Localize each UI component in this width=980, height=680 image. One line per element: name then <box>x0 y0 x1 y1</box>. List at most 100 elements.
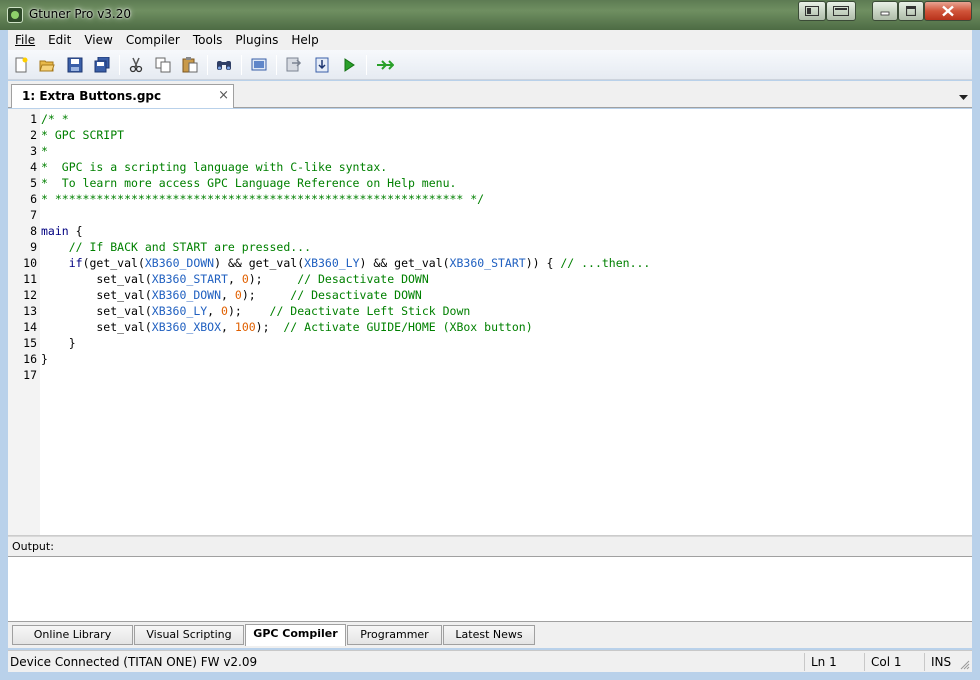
close-button[interactable] <box>924 1 972 21</box>
tab-online-library[interactable]: Online Library <box>12 625 133 645</box>
tab-label: Visual Scripting <box>146 628 232 641</box>
line-number: 9 <box>30 240 37 254</box>
find-button[interactable] <box>214 55 234 75</box>
code-constant: XB360_LY <box>304 256 360 270</box>
tile-windows-button[interactable] <box>826 1 856 21</box>
menu-edit-label: Edit <box>48 33 72 47</box>
line-number: 5 <box>30 176 37 190</box>
code-token: set_val( <box>41 272 152 286</box>
code-editor[interactable]: 1 2 3 4 5 6 7 8 9 10 11 12 13 14 15 16 1… <box>8 109 972 536</box>
code-line: * GPC is a scripting language with C-lik… <box>41 160 388 174</box>
line-number: 1 <box>30 112 37 126</box>
code-constant: XB360_LY <box>151 304 208 318</box>
code-token: set_val( <box>41 304 152 318</box>
line-number: 15 <box>23 336 37 350</box>
copy-button[interactable] <box>153 55 173 75</box>
scissors-icon <box>129 57 143 73</box>
code-number: 100 <box>234 320 256 334</box>
code-line: main { <box>41 223 650 239</box>
maximize-button[interactable] <box>898 1 924 21</box>
menu-view[interactable]: View <box>77 30 118 50</box>
menu-help[interactable]: Help <box>284 30 324 50</box>
code-line: * GPC SCRIPT <box>41 128 125 142</box>
line-number: 16 <box>23 352 37 366</box>
cut-button[interactable] <box>126 55 146 75</box>
menu-tools[interactable]: Tools <box>186 30 229 50</box>
line-number: 14 <box>23 320 37 334</box>
insert-mode: INS <box>924 653 964 671</box>
code-number: 0 <box>241 272 249 286</box>
toolbar <box>8 50 972 80</box>
menu-file[interactable]: File <box>8 30 41 50</box>
output-header: Output: <box>8 536 972 556</box>
tab-close-icon[interactable]: × <box>218 88 229 103</box>
menu-plugins-label: Plugins <box>235 33 279 47</box>
line-number: 4 <box>30 160 37 174</box>
tab-programmer[interactable]: Programmer <box>347 625 442 645</box>
code-comment: // Activate GUIDE/HOME (XBox button) <box>283 320 533 334</box>
menu-bar: File Edit View Compiler Tools Plugins He… <box>8 30 972 50</box>
tab-latest-news[interactable]: Latest News <box>443 625 535 645</box>
tab-label: GPC Compiler <box>253 627 338 640</box>
program-device-button[interactable] <box>312 55 332 75</box>
save-all-button[interactable] <box>92 55 112 75</box>
code-text[interactable]: /* * * GPC SCRIPT * * GPC is a scripting… <box>41 111 650 383</box>
code-token: )) { <box>525 256 561 270</box>
resize-grip-icon[interactable] <box>959 659 970 670</box>
tab-label: Online Library <box>33 628 112 641</box>
minimize-button[interactable] <box>872 1 898 21</box>
bottom-tab-strip: Online Library Visual Scripting GPC Comp… <box>8 622 972 648</box>
code-constant: XB360_XBOX <box>151 320 222 334</box>
code-line: set_val(XB360_LY, 0); // Deactivate Left… <box>41 303 650 319</box>
device-status: Device Connected (TITAN ONE) FW v2.09 <box>10 655 258 669</box>
menu-compiler[interactable]: Compiler <box>119 30 186 50</box>
menu-file-label: File <box>15 33 36 47</box>
menu-view-label: View <box>84 33 113 47</box>
tab-label: 1: Extra Buttons.gpc <box>22 89 162 103</box>
menu-plugins[interactable]: Plugins <box>228 30 284 50</box>
gtuner-app-icon[interactable] <box>7 7 23 23</box>
tab-visual-scripting[interactable]: Visual Scripting <box>134 625 244 645</box>
toolbar-separator <box>366 55 367 75</box>
device-monitor-button[interactable] <box>249 55 269 75</box>
line-number: 17 <box>23 368 37 382</box>
menu-edit[interactable]: Edit <box>41 30 77 50</box>
compile-button[interactable] <box>284 55 304 75</box>
code-token: (get_val( <box>82 256 145 270</box>
open-file-button[interactable] <box>37 55 57 75</box>
tab-extra-buttons[interactable]: 1: Extra Buttons.gpc × <box>11 84 234 108</box>
run-button[interactable] <box>339 55 359 75</box>
save-button[interactable] <box>65 55 85 75</box>
status-bar: Device Connected (TITAN ONE) FW v2.09 Ln… <box>8 650 972 672</box>
minimize-icon <box>880 11 890 16</box>
tab-gpc-compiler[interactable]: GPC Compiler <box>245 624 346 646</box>
new-file-button[interactable] <box>11 55 31 75</box>
code-comment: // Desactivate DOWN <box>297 272 429 286</box>
code-comment: // Deactivate Left Stick Down <box>269 304 471 318</box>
output-pane[interactable] <box>8 556 972 622</box>
line-number: 11 <box>23 272 37 286</box>
window-layout-icon <box>805 6 819 16</box>
maximize-icon <box>906 6 916 16</box>
code-token: { <box>68 224 83 238</box>
document-tab-strip: 1: Extra Buttons.gpc × <box>8 81 972 108</box>
paste-button[interactable] <box>180 55 200 75</box>
code-line: set_val(XB360_START, 0); // Desactivate … <box>41 271 650 287</box>
tab-list-dropdown[interactable] <box>959 90 968 104</box>
double-arrow-icon <box>377 60 394 70</box>
run-all-button[interactable] <box>374 55 394 75</box>
toolbar-separator <box>241 55 242 75</box>
title-bar[interactable]: Gtuner Pro v3.20 <box>0 0 980 30</box>
paste-icon <box>182 57 198 73</box>
code-token: ); <box>241 288 291 302</box>
restore-layout-button[interactable] <box>798 1 826 21</box>
code-line: if(get_val(XB360_DOWN) && get_val(XB360_… <box>41 255 651 271</box>
save-icon <box>67 57 83 73</box>
line-number-gutter: 1 2 3 4 5 6 7 8 9 10 11 12 13 14 15 16 1… <box>8 109 40 535</box>
code-line: } <box>41 336 76 350</box>
tab-label: Latest News <box>455 628 523 641</box>
output-label: Output: <box>12 540 54 553</box>
code-line: * <box>41 144 48 158</box>
code-line: * **************************************… <box>41 192 485 206</box>
